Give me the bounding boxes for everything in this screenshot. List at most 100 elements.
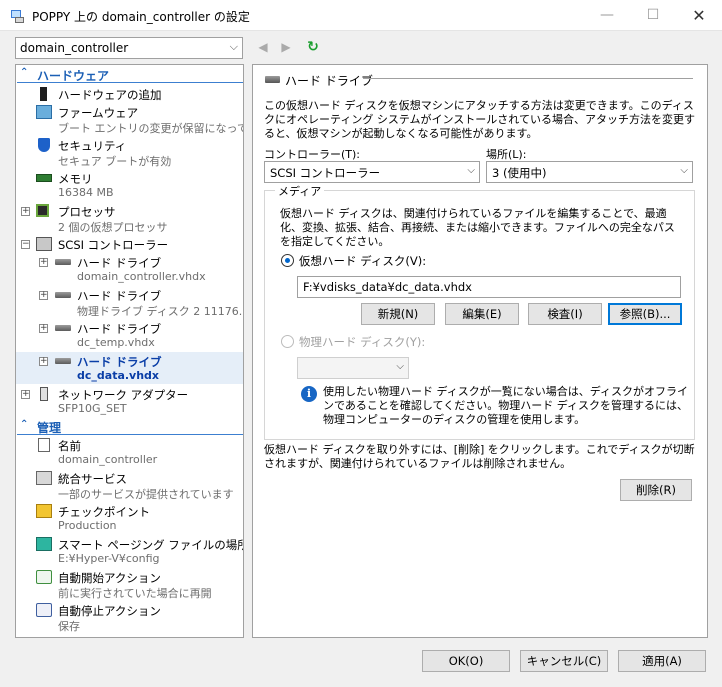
auto-start-icon: [36, 570, 52, 584]
tree-item-label: ハード ドライブ: [77, 355, 162, 369]
hard-drive-icon: [265, 76, 280, 83]
panel-description: この仮想ハード ディスクを仮想マシンにアタッチする方法は変更できます。このディス…: [264, 99, 695, 140]
tree-item-hard-drive-3[interactable]: + ハード ドライブ dc_temp.vhdx: [16, 319, 243, 351]
collapse-icon[interactable]: −: [21, 240, 30, 249]
tree-item-label: ファームウェア: [58, 106, 139, 120]
tree-item-security[interactable]: セキュリティ セキュア ブートが有効: [16, 136, 243, 168]
network-adapter-icon: [40, 387, 48, 401]
tree-item-scsi-controller[interactable]: − SCSI コントローラー: [16, 235, 243, 252]
expand-icon[interactable]: +: [21, 207, 30, 216]
expand-icon[interactable]: +: [39, 324, 48, 333]
tree-item-hard-drive-2[interactable]: + ハード ドライブ 物理ドライブ ディスク 2 11176.0...: [16, 286, 243, 318]
location-select[interactable]: 3 (使用中) ⌵: [486, 161, 693, 183]
refresh-icon[interactable]: ↻: [306, 40, 320, 54]
physical-disk-radio[interactable]: [281, 335, 294, 348]
add-hardware-icon: [40, 87, 47, 101]
controller-select[interactable]: SCSI コントローラー ⌵: [264, 161, 480, 183]
close-button[interactable]: ✕: [676, 0, 722, 31]
new-button[interactable]: 新規(N): [361, 303, 435, 325]
browse-button[interactable]: 参照(B)...: [608, 303, 682, 325]
tree-item-label: 名前: [58, 439, 81, 453]
title-divider: [363, 78, 693, 79]
chevron-down-icon: ⌵: [229, 40, 238, 53]
inspect-button[interactable]: 検査(I): [528, 303, 602, 325]
vhd-path-input[interactable]: F:¥vdisks_data¥dc_data.vhdx: [297, 276, 681, 298]
remove-button[interactable]: 削除(R): [620, 479, 692, 501]
physical-disk-info: 使用したい物理ハード ディスクが一覧にない場合は、ディスクがオフラインであること…: [323, 385, 688, 426]
tree-item-label: SCSI コントローラー: [58, 238, 169, 252]
tree-item-sub: 2 個の仮想プロセッサ: [58, 221, 168, 234]
physical-disk-radio-label[interactable]: 物理ハード ディスク(Y):: [299, 334, 425, 350]
tree-item-auto-start[interactable]: 自動開始アクション 前に実行されていた場合に再開: [16, 568, 243, 600]
tree-item-label: セキュリティ: [58, 139, 127, 153]
panel-title: ハード ドライブ: [285, 74, 373, 88]
apply-button[interactable]: 適用(A): [618, 650, 706, 672]
virtual-disk-radio-label[interactable]: 仮想ハード ディスク(V):: [299, 253, 426, 269]
collapse-chevron-icon: ⌃: [20, 67, 29, 78]
tree-item-sub: 物理ドライブ ディスク 2 11176.0...: [77, 305, 244, 318]
tree-item-sub: 16384 MB: [58, 186, 114, 199]
minimize-button[interactable]: —: [584, 0, 630, 31]
settings-tree: ⌃ ハードウェア ハードウェアの追加 ファームウェア ブート エントリの変更が保…: [15, 64, 244, 638]
back-arrow-icon[interactable]: ◀: [256, 40, 270, 54]
tree-item-memory[interactable]: メモリ 16384 MB: [16, 169, 243, 201]
expand-icon[interactable]: +: [39, 258, 48, 267]
memory-icon: [36, 174, 52, 182]
tree-item-label: 自動停止アクション: [58, 604, 161, 618]
tree-item-hard-drive-1[interactable]: + ハード ドライブ domain_controller.vhdx: [16, 253, 243, 285]
hard-drive-icon: [55, 259, 71, 265]
expand-icon[interactable]: +: [39, 357, 48, 366]
smart-paging-icon: [36, 537, 52, 551]
forward-arrow-icon[interactable]: ▶: [279, 40, 293, 54]
tree-item-hard-drive-4[interactable]: + ハード ドライブ dc_data.vhdx: [16, 352, 243, 384]
tree-item-sub: dc_temp.vhdx: [77, 336, 155, 349]
physical-disk-select[interactable]: ⌵: [297, 357, 409, 379]
chevron-down-icon: ⌵: [680, 165, 688, 176]
auto-stop-icon: [36, 603, 52, 617]
tree-item-sub: セキュア ブートが有効: [58, 155, 172, 168]
chevron-down-icon: ⌵: [467, 165, 475, 176]
tree-item-label: ハード ドライブ: [77, 322, 162, 336]
tree-item-label: プロセッサ: [58, 205, 116, 219]
tree-item-sub: 前に実行されていた場合に再開: [58, 587, 212, 600]
ok-button[interactable]: OK(O): [422, 650, 510, 672]
tree-item-checkpoint[interactable]: チェックポイント Production: [16, 502, 243, 534]
vm-selector[interactable]: domain_controller ⌵: [15, 37, 243, 59]
hyper-v-settings-icon: [11, 10, 24, 23]
virtual-disk-radio[interactable]: [281, 254, 294, 267]
location-label: 場所(L):: [486, 148, 527, 161]
hardware-section-header[interactable]: ⌃ ハードウェア: [17, 66, 243, 83]
title-bar: POPPY 上の domain_controller の設定 — ☐ ✕: [0, 0, 722, 31]
cancel-button[interactable]: キャンセル(C): [520, 650, 608, 672]
expand-icon[interactable]: +: [39, 291, 48, 300]
media-group-label: メディア: [275, 183, 325, 199]
hard-drive-settings-panel: ハード ドライブ この仮想ハード ディスクを仮想マシンにアタッチする方法は変更で…: [252, 64, 708, 638]
scsi-controller-icon: [36, 237, 52, 251]
edit-button[interactable]: 編集(E): [445, 303, 519, 325]
tree-item-label: ネットワーク アダプター: [58, 388, 189, 402]
tree-item-processor[interactable]: + プロセッサ 2 個の仮想プロセッサ: [16, 202, 243, 234]
tree-item-firmware[interactable]: ファームウェア ブート エントリの変更が保留になって...: [16, 103, 243, 135]
maximize-button[interactable]: ☐: [630, 0, 676, 31]
controller-label: コントローラー(T):: [264, 148, 361, 161]
tree-item-label: ハード ドライブ: [77, 289, 162, 303]
expand-icon[interactable]: +: [21, 390, 30, 399]
management-section-label: 管理: [37, 421, 62, 435]
tree-item-integration-services[interactable]: 統合サービス 一部のサービスが提供されています: [16, 469, 243, 501]
tree-item-sub: domain_controller.vhdx: [77, 270, 206, 283]
tree-item-network-adapter[interactable]: + ネットワーク アダプター SFP10G_SET: [16, 385, 243, 417]
checkpoint-icon: [36, 504, 52, 518]
tree-item-auto-stop[interactable]: 自動停止アクション 保存: [16, 601, 243, 633]
tree-item-sub: E:¥Hyper-V¥config: [58, 552, 160, 565]
tree-item-sub: ブート エントリの変更が保留になって...: [58, 122, 244, 135]
info-icon: i: [301, 386, 317, 402]
tree-item-label: 統合サービス: [58, 472, 127, 486]
management-section-header[interactable]: ⌃ 管理: [17, 418, 243, 435]
tree-item-sub: dc_data.vhdx: [77, 369, 160, 382]
tree-item-label: チェックポイント: [58, 505, 150, 519]
tree-item-sub: Production: [58, 519, 117, 532]
document-icon: [38, 438, 50, 452]
integration-services-icon: [36, 471, 52, 485]
tree-item-smart-paging[interactable]: スマート ページング ファイルの場所 E:¥Hyper-V¥config: [16, 535, 243, 567]
tree-item-name[interactable]: 名前 domain_controller: [16, 436, 243, 468]
